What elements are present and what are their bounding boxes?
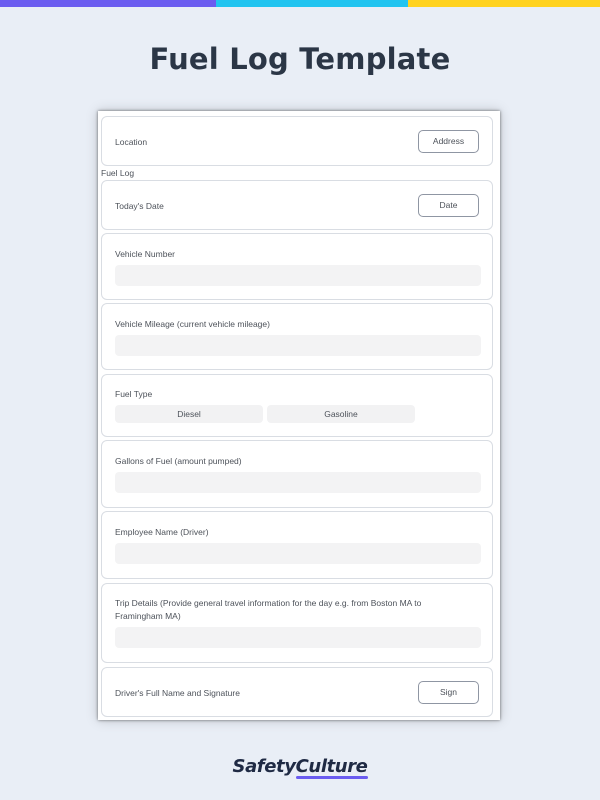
- trip-details-label: Trip Details (Provide general travel inf…: [115, 598, 422, 621]
- stripe-yellow: [408, 0, 600, 7]
- signature-label: Driver's Full Name and Signature: [115, 688, 240, 698]
- fuel-type-card: Fuel Type Diesel Gasoline: [101, 374, 493, 437]
- vehicle-mileage-card: Vehicle Mileage (current vehicle mileage…: [101, 303, 493, 370]
- vehicle-number-field[interactable]: [115, 265, 481, 286]
- gallons-field[interactable]: [115, 472, 481, 493]
- fuel-option-gasoline[interactable]: Gasoline: [267, 405, 415, 423]
- date-label: Today's Date: [115, 201, 164, 211]
- fuel-type-label: Fuel Type: [115, 389, 153, 399]
- logo-text-culture: Culture: [295, 756, 368, 777]
- address-button[interactable]: Address: [418, 130, 479, 153]
- sign-button[interactable]: Sign: [418, 681, 479, 704]
- employee-label: Employee Name (Driver): [115, 527, 209, 537]
- trip-details-field[interactable]: [115, 627, 481, 648]
- vehicle-number-label: Vehicle Number: [115, 249, 176, 259]
- vehicle-mileage-label: Vehicle Mileage (current vehicle mileage…: [115, 319, 270, 329]
- logo-text-safety: Safety: [232, 756, 296, 777]
- stripe-cyan: [216, 0, 408, 7]
- date-card: Today's Date Date: [101, 180, 493, 230]
- top-color-stripe: [0, 0, 600, 7]
- safetyculture-logo: SafetyCulture: [0, 756, 600, 777]
- signature-card: Driver's Full Name and Signature Sign: [101, 667, 493, 717]
- date-button[interactable]: Date: [418, 194, 479, 217]
- location-card: Location Address: [101, 116, 493, 166]
- stripe-purple: [0, 0, 216, 7]
- trip-details-card: Trip Details (Provide general travel inf…: [101, 583, 493, 663]
- section-caption: Fuel Log: [101, 168, 135, 178]
- vehicle-mileage-field[interactable]: [115, 335, 481, 356]
- vehicle-number-card: Vehicle Number: [101, 233, 493, 300]
- employee-field[interactable]: [115, 543, 481, 564]
- page-title: Fuel Log Template: [149, 42, 451, 76]
- gallons-label: Gallons of Fuel (amount pumped): [115, 456, 242, 466]
- employee-card: Employee Name (Driver): [101, 511, 493, 579]
- fuel-option-diesel[interactable]: Diesel: [115, 405, 263, 423]
- fuel-log-form: Location Address Fuel Log Today's Date D…: [98, 111, 500, 720]
- gallons-card: Gallons of Fuel (amount pumped): [101, 440, 493, 508]
- location-label: Location: [115, 137, 148, 147]
